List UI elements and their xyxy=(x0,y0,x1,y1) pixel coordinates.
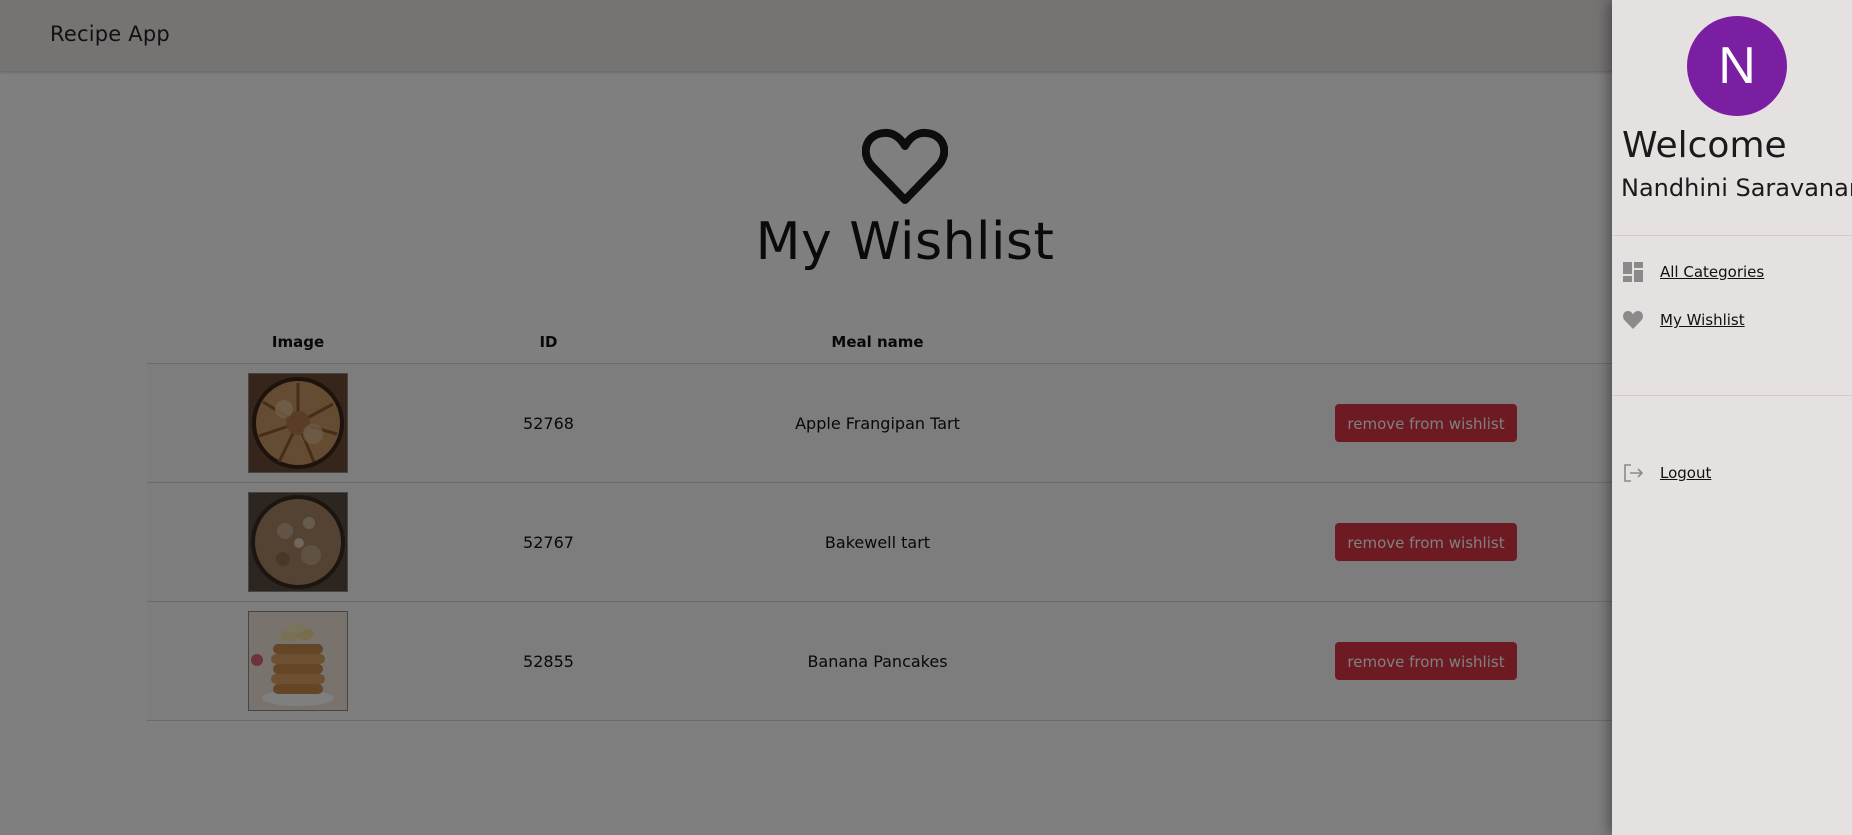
drawer-backdrop[interactable] xyxy=(0,0,1852,835)
logout-label: Logout xyxy=(1660,464,1712,482)
user-name: Nandhini Saravanan xyxy=(1621,174,1852,202)
logout-link[interactable]: Logout xyxy=(1622,459,1711,487)
logout-icon xyxy=(1624,464,1644,482)
dashboard-icon xyxy=(1623,262,1643,282)
user-drawer: N Welcome Nandhini Saravanan All Categor… xyxy=(1612,0,1852,835)
heart-icon xyxy=(1622,310,1644,329)
nav-label-all-categories: All Categories xyxy=(1660,263,1765,281)
nav-item-my-wishlist[interactable]: My Wishlist xyxy=(1622,306,1745,334)
nav-label-my-wishlist: My Wishlist xyxy=(1660,311,1745,329)
avatar: N xyxy=(1687,16,1787,116)
drawer-divider xyxy=(1612,395,1852,396)
drawer-divider xyxy=(1612,235,1852,236)
nav-item-all-categories[interactable]: All Categories xyxy=(1622,258,1764,286)
welcome-heading: Welcome xyxy=(1622,125,1787,166)
